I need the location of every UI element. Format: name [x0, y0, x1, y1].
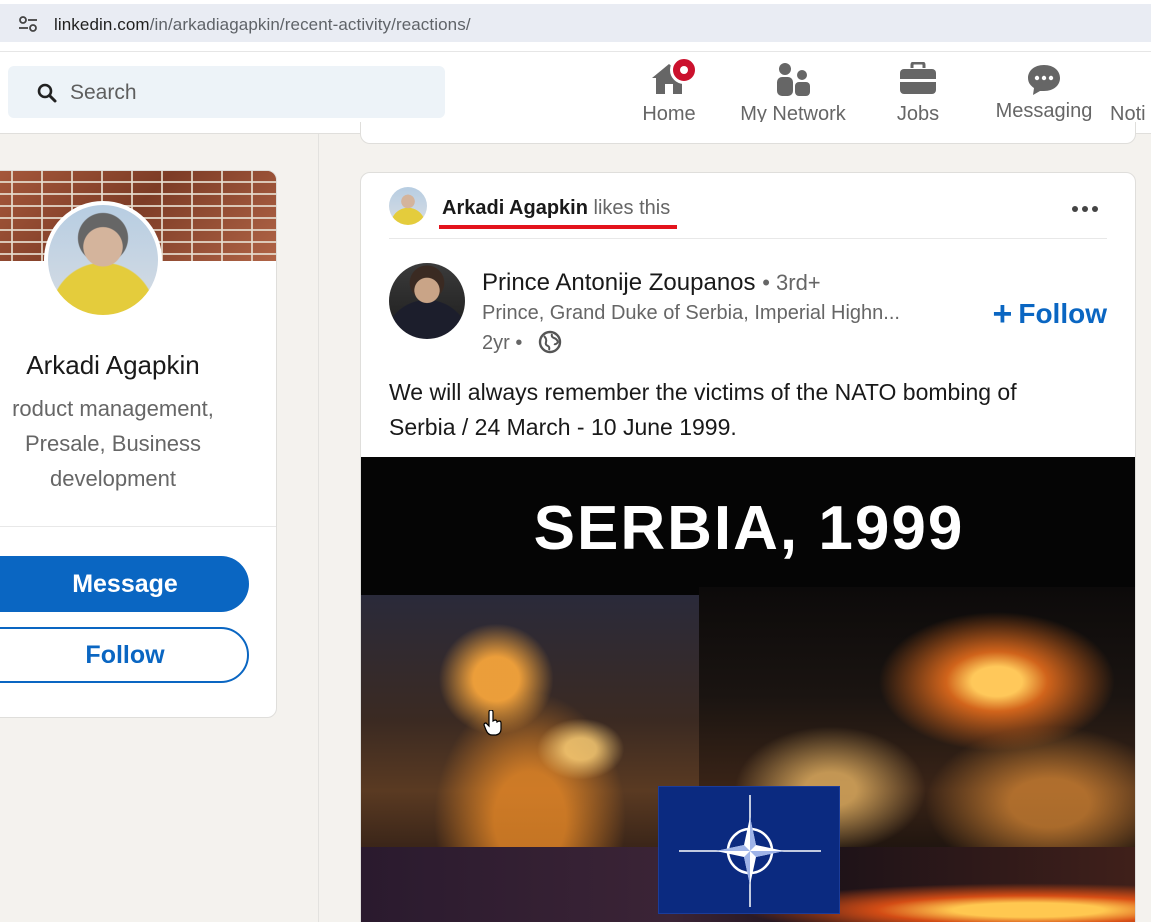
nav-jobs[interactable]: Jobs — [880, 58, 956, 132]
nav-notifications[interactable]: Noti — [1108, 58, 1151, 132]
profile-headline: roduct management, Presale, Business dev… — [12, 396, 214, 491]
more-options-icon[interactable] — [1071, 205, 1099, 213]
image-panel-left — [361, 595, 699, 875]
briefcase-icon — [900, 62, 936, 94]
site-settings-icon[interactable] — [18, 15, 38, 33]
nato-flag-image — [658, 786, 840, 914]
profile-name[interactable]: Arkadi Agapkin — [0, 350, 223, 381]
actor-degree: • 3rd+ — [762, 270, 821, 295]
globe-icon — [538, 330, 562, 354]
post-text: We will always remember the victims of t… — [389, 379, 1017, 440]
url-field[interactable]: linkedin.com/in/arkadiagapkin/recent-act… — [0, 4, 1151, 42]
profile-follow-button[interactable]: Follow — [0, 627, 249, 683]
notification-badge — [670, 56, 698, 84]
profile-card: Arkadi Agapkin roduct management, Presal… — [0, 170, 277, 718]
search-placeholder: Search — [70, 81, 137, 104]
nato-compass-icon — [679, 795, 821, 907]
hand-cursor-icon — [483, 710, 502, 736]
reactor-avatar[interactable] — [389, 187, 427, 225]
previous-post-card — [360, 122, 1136, 144]
url-text[interactable]: linkedin.com/in/arkadiagapkin/recent-act… — [54, 15, 471, 35]
card-divider — [0, 526, 276, 527]
reaction-header: Arkadi Agapkin likes this — [389, 187, 1107, 239]
url-path: /in/arkadiagapkin/recent-activity/reacti… — [149, 15, 471, 34]
red-highlight-underline — [439, 225, 677, 229]
plus-icon: + — [992, 295, 1013, 333]
nav-messaging-label: Messaging — [995, 100, 1093, 122]
image-title: SERBIA, 1999 — [533, 494, 965, 563]
search-input[interactable]: Search — [8, 66, 445, 118]
nav-messaging[interactable]: Messaging — [990, 58, 1098, 132]
post-follow-button[interactable]: + Follow — [992, 293, 1107, 333]
post-card: Arkadi Agapkin likes this Prince Antonij… — [360, 172, 1136, 922]
post-time: 2yr • — [482, 332, 523, 354]
message-button[interactable]: Message — [0, 556, 249, 612]
reaction-text: Arkadi Agapkin likes this — [442, 197, 670, 220]
browser-address-bar: linkedin.com/in/arkadiagapkin/recent-act… — [0, 0, 1151, 52]
actor-avatar[interactable] — [389, 263, 465, 339]
nav-home[interactable]: Home — [628, 56, 710, 132]
actor-subtitle: Prince, Grand Duke of Serbia, Imperial H… — [482, 302, 900, 324]
nav-my-network[interactable]: My Network — [730, 58, 856, 132]
url-host: linkedin.com — [54, 15, 150, 34]
network-icon — [777, 63, 810, 96]
messaging-icon — [1028, 65, 1060, 95]
actor-name[interactable]: Prince Antonije Zoupanos — [482, 269, 756, 296]
post-follow-label: Follow — [1018, 298, 1107, 329]
profile-avatar[interactable] — [44, 201, 162, 319]
search-icon — [37, 83, 57, 103]
reaction-suffix: likes this — [593, 197, 671, 219]
reactor-name[interactable]: Arkadi Agapkin — [442, 197, 588, 219]
post-image[interactable]: SERBIA, 1999 — [361, 457, 1135, 922]
actor-name-line[interactable]: Prince Antonije Zoupanos • 3rd+ — [482, 269, 821, 297]
